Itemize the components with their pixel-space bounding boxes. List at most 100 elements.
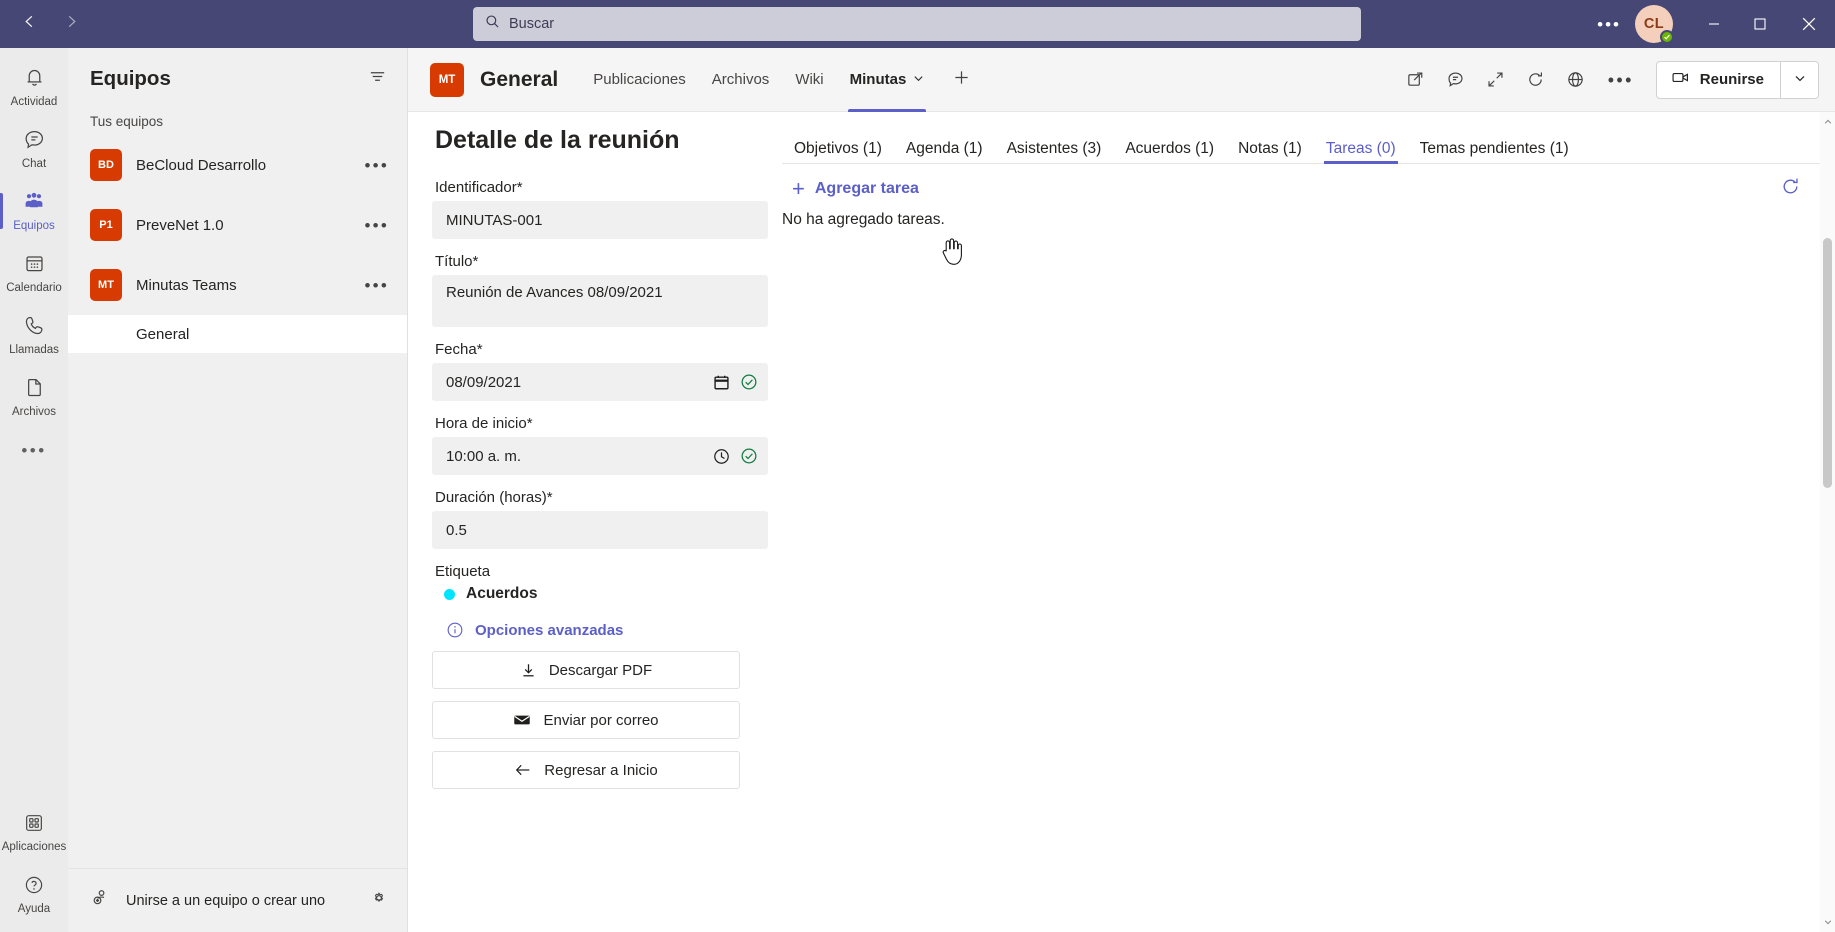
filter-teams-button[interactable]	[368, 67, 387, 91]
regresar-a-inicio-button[interactable]: Regresar a Inicio	[432, 751, 740, 789]
team-item-minutas-teams[interactable]: MT Minutas Teams •••	[68, 255, 407, 315]
tab-temas-pendientes[interactable]: Temas pendientes (1)	[1408, 139, 1581, 164]
team-item-prevenet-1-0[interactable]: P1 PreveNet 1.0 •••	[68, 195, 407, 255]
channel-title: General	[480, 67, 559, 91]
channel-name: General	[136, 325, 190, 343]
tab-label: Temas pendientes (1)	[1419, 139, 1569, 157]
chevron-right-icon	[64, 14, 79, 34]
tab-agenda[interactable]: Agenda (1)	[894, 139, 995, 164]
sidebar-item-calendario[interactable]: Calendario	[0, 242, 68, 304]
search-input[interactable]: Buscar	[473, 7, 1361, 41]
tab-publicaciones[interactable]: Publicaciones	[580, 48, 699, 112]
fecha-input[interactable]: 08/09/2021	[432, 363, 768, 401]
tab-label: Asistentes (3)	[1006, 139, 1102, 157]
plus-icon: +	[792, 176, 805, 201]
join-or-create-team-row[interactable]: Unirse a un equipo o crear uno	[68, 868, 407, 932]
tab-tareas[interactable]: Tareas (0)	[1314, 140, 1408, 164]
enviar-por-correo-button[interactable]: Enviar por correo	[432, 701, 740, 739]
sidebar-item-llamadas[interactable]: Llamadas	[0, 304, 68, 366]
add-tab-button[interactable]	[937, 69, 986, 91]
meet-options-button[interactable]	[1780, 61, 1818, 98]
sidebar-label: Equipos	[13, 220, 55, 233]
descargar-pdf-button[interactable]: Descargar PDF	[432, 651, 740, 689]
tab-wiki[interactable]: Wiki	[782, 48, 836, 112]
title-bar: Buscar ••• CL	[0, 0, 1835, 48]
nav-arrows	[0, 8, 88, 40]
tab-notas[interactable]: Notas (1)	[1226, 140, 1314, 164]
tab-label: Archivos	[711, 71, 770, 88]
chevron-down-icon[interactable]	[913, 71, 924, 88]
titlebar-more-button[interactable]: •••	[1583, 0, 1635, 48]
sidebar-item-chat[interactable]: Chat	[0, 118, 68, 180]
tab-acuerdos[interactable]: Acuerdos (1)	[1113, 140, 1226, 164]
tab-objetivos[interactable]: Objetivos (1)	[782, 140, 894, 164]
teams-panel: Equipos Tus equipos BD BeCloud Desarroll…	[68, 48, 408, 932]
team-more-button[interactable]: •••	[365, 157, 389, 174]
minimize-button[interactable]	[1691, 0, 1737, 48]
meet-button-group: Reunirse	[1655, 60, 1819, 99]
scroll-up-arrow[interactable]	[1820, 114, 1835, 130]
sidebar-item-aplicaciones[interactable]: Aplicaciones	[0, 802, 68, 864]
refresh-icon[interactable]	[1516, 60, 1556, 100]
fecha-valid-icon	[740, 373, 758, 391]
chat-icon	[23, 128, 46, 156]
sidebar-item-ayuda[interactable]: Ayuda	[0, 864, 68, 926]
channel-header: MT General Publicaciones Archivos Wiki M…	[408, 48, 1835, 112]
team-more-button[interactable]: •••	[365, 277, 389, 294]
plus-icon	[953, 69, 970, 91]
sidebar-label: Calendario	[6, 281, 62, 294]
channel-more-button[interactable]: •••	[1596, 71, 1646, 89]
forward-button[interactable]	[54, 8, 88, 40]
avatar[interactable]: CL	[1635, 5, 1674, 44]
team-avatar: MT	[90, 269, 122, 301]
scrollbar-thumb[interactable]	[1823, 238, 1832, 488]
video-camera-icon	[1671, 68, 1690, 91]
presence-badge-available	[1660, 30, 1674, 44]
teams-window: Buscar ••• CL Actividad Chat Equipos Cal…	[0, 0, 1835, 932]
window-body: Actividad Chat Equipos Calendario Llamad…	[0, 48, 1835, 932]
back-button[interactable]	[12, 8, 46, 40]
agregar-tarea-button[interactable]: + Agregar tarea	[792, 178, 1835, 200]
chevron-down-icon	[1794, 71, 1806, 89]
tab-asistentes[interactable]: Asistentes (3)	[995, 139, 1114, 164]
tab-label: Agenda (1)	[905, 139, 983, 157]
content-scrollbar[interactable]	[1820, 112, 1835, 932]
globe-icon[interactable]	[1556, 60, 1596, 100]
tab-archivos[interactable]: Archivos	[699, 48, 783, 112]
team-item-becloud-desarrollo[interactable]: BD BeCloud Desarrollo •••	[68, 135, 407, 195]
team-more-button[interactable]: •••	[365, 217, 389, 234]
gear-icon[interactable]	[369, 888, 389, 913]
calendar-icon[interactable]	[713, 374, 730, 391]
sidebar-more-button[interactable]: •••	[0, 428, 68, 472]
add-people-icon	[90, 887, 112, 914]
tag-name: Acuerdos	[466, 585, 538, 602]
scroll-down-arrow[interactable]	[1820, 914, 1835, 930]
opciones-avanzadas-link[interactable]: Opciones avanzadas	[446, 621, 768, 639]
channel-team-avatar: MT	[430, 62, 464, 97]
refresh-tareas-button[interactable]	[1780, 176, 1801, 202]
enviar-por-correo-label: Enviar por correo	[543, 711, 659, 729]
sidebar-item-equipos[interactable]: Equipos	[0, 180, 68, 242]
etiqueta-value-row[interactable]: Acuerdos	[444, 585, 768, 603]
team-avatar: P1	[90, 209, 122, 241]
open-in-new-icon[interactable]	[1396, 60, 1436, 100]
close-button[interactable]	[1783, 0, 1835, 48]
regresar-a-inicio-label: Regresar a Inicio	[544, 761, 658, 779]
duracion-input[interactable]: 0.5	[432, 511, 768, 549]
clock-icon[interactable]	[713, 448, 730, 465]
opciones-avanzadas-label: Opciones avanzadas	[475, 621, 624, 639]
meet-now-button[interactable]: Reunirse	[1657, 62, 1780, 98]
titulo-input[interactable]: Reunión de Avances 08/09/2021	[432, 275, 768, 327]
maximize-button[interactable]	[1737, 0, 1783, 48]
identificador-input[interactable]: MINUTAS-001	[432, 201, 768, 239]
tab-minutas[interactable]: Minutas	[837, 48, 938, 112]
chevron-left-icon	[22, 14, 37, 34]
sidebar-item-archivos[interactable]: Archivos	[0, 366, 68, 428]
hora-inicio-input[interactable]: 10:00 a. m.	[432, 437, 768, 475]
sidebar-label: Chat	[21, 157, 47, 170]
expand-icon[interactable]	[1476, 60, 1516, 100]
conversation-icon[interactable]	[1436, 60, 1476, 100]
channel-item-general[interactable]: General	[68, 315, 407, 353]
channel-header-actions: ••• Reunirse	[1396, 60, 1819, 100]
sidebar-item-actividad[interactable]: Actividad	[0, 56, 68, 118]
